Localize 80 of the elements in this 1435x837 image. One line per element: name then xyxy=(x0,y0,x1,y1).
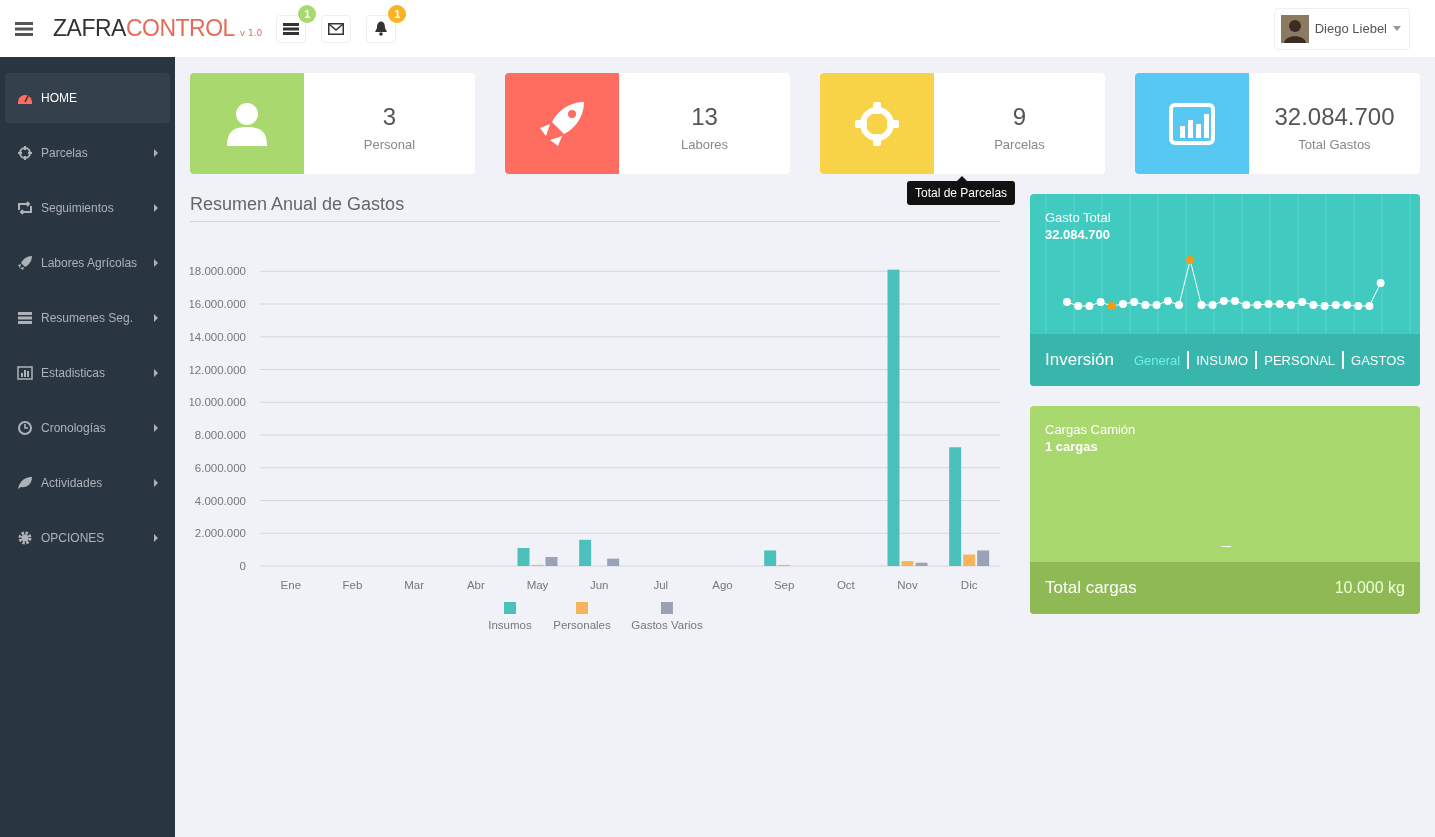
bar xyxy=(579,539,592,566)
axis-label: Ene xyxy=(280,579,302,591)
sidebar-item[interactable]: Seguimientos xyxy=(5,183,170,233)
count-badge: 1 xyxy=(298,4,317,23)
rocket-icon xyxy=(17,255,33,271)
axis-label: Sep xyxy=(773,579,795,591)
sidebar-item[interactable]: Parcelas xyxy=(5,128,170,178)
bar xyxy=(607,558,620,566)
axis-label: 12.000.000 xyxy=(190,363,246,376)
sidebar-item[interactable]: Resumenes Seg. xyxy=(5,293,170,343)
axis-label: 6.000.000 xyxy=(194,461,246,474)
card-title: Gasto Total xyxy=(1045,210,1112,225)
stat-label: Labores xyxy=(681,137,728,152)
axis-label: Dic xyxy=(960,579,978,591)
notifications-button[interactable] xyxy=(366,14,397,43)
axis-label: May xyxy=(526,579,549,591)
axis-label: Jun xyxy=(589,579,609,591)
list-icon xyxy=(283,22,300,35)
stat-value: 3 xyxy=(382,103,397,131)
legend-swatch xyxy=(576,602,588,614)
axis-label: 4.000.000 xyxy=(194,494,246,507)
count-badge: 1 xyxy=(388,4,407,23)
legend-label: Personales xyxy=(553,619,611,631)
stat-label: Total Gastos xyxy=(1298,137,1371,152)
axis-label: Abr xyxy=(466,579,485,591)
axis-label: Jul xyxy=(653,579,669,591)
axis-label: 18.000.000 xyxy=(190,265,246,278)
avatar-icon xyxy=(1280,14,1309,43)
axis-label: 16.000.000 xyxy=(190,298,246,310)
card-footer-title: Total cargas xyxy=(1045,578,1137,598)
retweet-icon xyxy=(17,200,33,216)
rocket-icon xyxy=(538,99,586,148)
menu-icon[interactable] xyxy=(15,21,33,36)
axis-label: Oct xyxy=(836,579,855,591)
card-value: 32.084.700 xyxy=(1045,227,1112,242)
card-value: 1 cargas xyxy=(1045,439,1099,454)
axis-label: Mar xyxy=(404,579,425,591)
sidebar-item[interactable]: HOME xyxy=(5,73,170,123)
axis-label: Ago xyxy=(712,579,733,591)
sidebar-item[interactable]: Labores Agrícolas xyxy=(5,238,170,288)
axis-label: 10.000.000 xyxy=(190,396,246,409)
sidebar-item[interactable]: Estadisticas xyxy=(5,348,170,398)
clock-icon xyxy=(17,420,33,436)
bell-icon xyxy=(374,21,389,36)
bar-chart-icon xyxy=(17,365,33,381)
gear-icon xyxy=(17,530,33,546)
sidebar-item[interactable]: Cronologías xyxy=(5,403,170,453)
caret-icon xyxy=(1393,26,1401,31)
axis-label: Nov xyxy=(897,579,918,591)
axis-label: 0 xyxy=(239,560,246,572)
crosshair-icon xyxy=(17,145,33,161)
sidebar-item[interactable]: OPCIONES xyxy=(5,513,170,563)
tasks-button[interactable] xyxy=(276,14,307,43)
axis-label: 14.000.000 xyxy=(190,330,246,343)
card-footer-title: Inversión xyxy=(1045,350,1114,370)
axis-label: 2.000.000 xyxy=(194,527,246,540)
bar xyxy=(977,550,990,566)
legend-label: Insumos xyxy=(488,619,532,631)
leaf-icon xyxy=(17,475,33,491)
chart-line xyxy=(1221,546,1231,547)
stat-label: Parcelas xyxy=(994,137,1045,152)
axis-label: 8.000.000 xyxy=(194,429,246,441)
legend-swatch xyxy=(661,602,673,614)
stat-value: 13 xyxy=(691,103,718,131)
version-label: v 1.0 xyxy=(239,27,263,38)
crosshair-icon xyxy=(853,99,901,148)
legend-swatch xyxy=(504,602,516,614)
axis-label: Feb xyxy=(342,579,363,591)
stat-value: 9 xyxy=(1012,103,1027,131)
app-logo[interactable]: ZAFRACONTROL xyxy=(53,15,235,42)
legend-label: Gastos Varios xyxy=(631,619,703,631)
mail-button[interactable] xyxy=(321,14,352,43)
stat-value: 32.084.700 xyxy=(1274,103,1395,131)
card-title: Cargas Camión xyxy=(1045,422,1137,437)
sidebar-item[interactable]: Actividades xyxy=(5,458,170,508)
card-footer-value: 10.000 kg xyxy=(1334,579,1405,597)
user-menu[interactable]: Diego Liebel xyxy=(1273,7,1410,50)
stat-label: Personal xyxy=(363,137,416,152)
envelope-icon xyxy=(328,22,345,35)
list-icon xyxy=(17,310,33,326)
